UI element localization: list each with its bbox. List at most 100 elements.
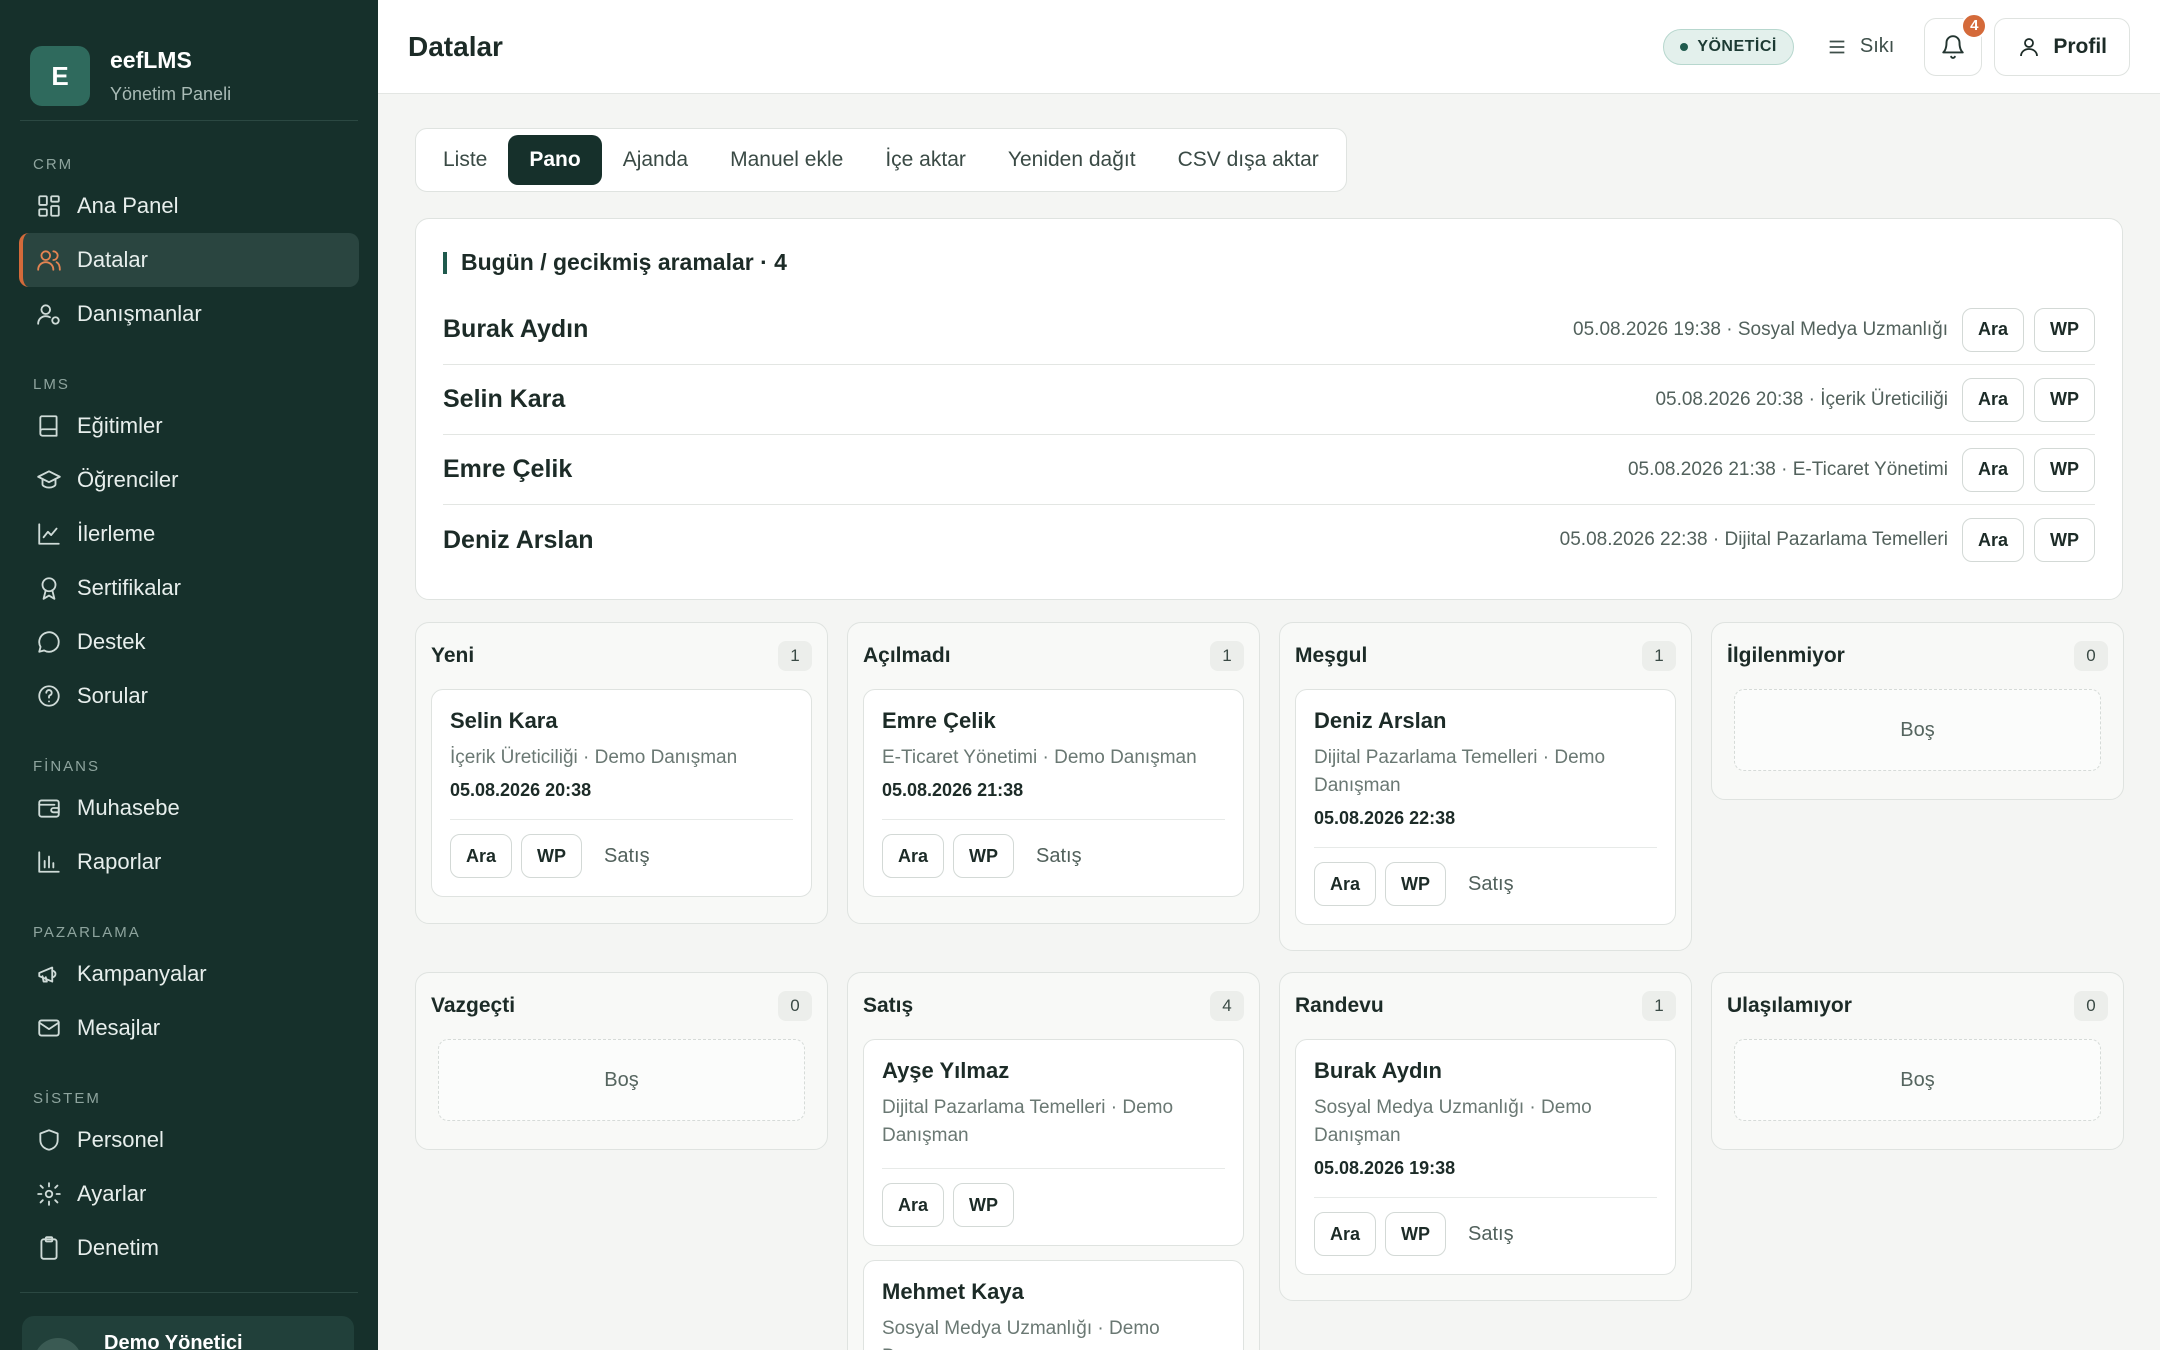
- notifications-button[interactable]: 4: [1924, 12, 1988, 76]
- tab-ice-aktar[interactable]: İçe aktar: [864, 135, 987, 185]
- column-title: Yeni: [431, 644, 475, 667]
- density-toggle-button[interactable]: Sıkı: [1826, 35, 1894, 58]
- column-title: İlgilenmiyor: [1727, 644, 1845, 667]
- sidebar-item-destek[interactable]: Destek: [19, 615, 359, 669]
- sidebar-item-muhasebe[interactable]: Muhasebe: [19, 781, 359, 835]
- whatsapp-button[interactable]: WP: [953, 834, 1015, 878]
- mark-sale-button[interactable]: Satış: [1468, 1223, 1514, 1246]
- call-row: Burak Aydın 05.08.2026 19:38 · Sosyal Me…: [443, 295, 2095, 365]
- lead-course: Sosyal Medya Uzmanlığı · Demo Danışman: [1314, 1097, 1592, 1146]
- call-button[interactable]: Ara: [1314, 862, 1377, 906]
- lead-card[interactable]: Emre Çelik E-Ticaret Yönetimi · Demo Dan…: [863, 689, 1244, 897]
- whatsapp-button[interactable]: WP: [521, 834, 583, 878]
- sidebar-item-ogrenciler[interactable]: Öğrenciler: [19, 453, 359, 507]
- call-button[interactable]: Ara: [1961, 307, 2024, 352]
- tab-liste[interactable]: Liste: [422, 135, 508, 185]
- mark-sale-button[interactable]: Satış: [604, 845, 650, 868]
- wallet-icon: [35, 794, 63, 822]
- call-button[interactable]: Ara: [1961, 518, 2024, 562]
- lead-course: Dijital Pazarlama Temelleri · Demo Danış…: [1314, 747, 1606, 796]
- sidebar-item-denetim[interactable]: Denetim: [19, 1221, 359, 1275]
- nav-section-crm: CRM: [33, 156, 74, 173]
- sidebar-item-sorular[interactable]: Sorular: [19, 669, 359, 723]
- mark-sale-button[interactable]: Satış: [1036, 845, 1082, 868]
- lead-date: 05.08.2026 20:38: [450, 780, 592, 800]
- call-button[interactable]: Ara: [882, 834, 945, 878]
- view-tabs: Liste Pano Ajanda Manuel ekle İçe aktar …: [415, 128, 1347, 192]
- sidebar-item-ayarlar[interactable]: Ayarlar: [19, 1167, 359, 1221]
- brand[interactable]: E eefLMS Yönetim Paneli: [0, 0, 378, 120]
- column-count: 1: [1642, 991, 1676, 1021]
- sidebar-item-personel[interactable]: Personel: [19, 1113, 359, 1167]
- calls-title: Bugün / gecikmiş aramalar · 4: [443, 249, 787, 276]
- question-circle-icon: [35, 682, 63, 710]
- sidebar-item-label: Öğrenciler: [77, 467, 179, 492]
- tab-pano[interactable]: Pano: [508, 135, 602, 185]
- shield-icon: [35, 1126, 63, 1154]
- call-button[interactable]: Ara: [1961, 447, 2024, 492]
- user-card[interactable]: D Demo Yönetici: [22, 1316, 354, 1350]
- avatar: D: [34, 1338, 82, 1350]
- call-row: Emre Çelik 05.08.2026 21:38 · E-Ticaret …: [443, 435, 2095, 505]
- sidebar-item-label: Sorular: [77, 683, 148, 708]
- tab-ajanda[interactable]: Ajanda: [602, 135, 709, 185]
- lead-date: 05.08.2026 21:38: [882, 780, 1024, 800]
- whatsapp-button[interactable]: WP: [953, 1183, 1015, 1227]
- menu-lines-icon: [1829, 40, 1845, 53]
- bell-icon: [1942, 34, 1965, 59]
- bar-chart-icon: [35, 848, 63, 876]
- column-title: Meşgul: [1295, 644, 1368, 667]
- lead-date: 05.08.2026 19:38: [1314, 1158, 1456, 1178]
- sidebar-item-danismanlar[interactable]: Danışmanlar: [19, 287, 359, 341]
- award-icon: [35, 574, 63, 602]
- lead-card[interactable]: Burak Aydın Sosyal Medya Uzmanlığı · Dem…: [1295, 1039, 1676, 1275]
- lead-card[interactable]: Ayşe Yılmaz Dijital Pazarlama Temelleri …: [863, 1039, 1244, 1246]
- mark-sale-button[interactable]: Satış: [1468, 873, 1514, 896]
- call-meta: 05.08.2026 20:38 · İçerik Üreticiliği: [1655, 388, 1948, 410]
- sidebar-item-label: Mesajlar: [77, 1015, 161, 1040]
- clipboard-icon: [35, 1234, 63, 1262]
- call-button[interactable]: Ara: [1961, 377, 2024, 422]
- topbar: Datalar YÖNETİCİ Sıkı 4 Profil: [378, 0, 2160, 94]
- lead-card[interactable]: Mehmet Kaya Sosyal Medya Uzmanlığı · Dem…: [863, 1260, 1244, 1350]
- chat-bubble-icon: [35, 628, 63, 656]
- call-name: Burak Aydın: [443, 315, 589, 343]
- profile-button[interactable]: Profil: [1994, 17, 2130, 76]
- lead-course: Sosyal Medya Uzmanlığı · Demo Danışman: [882, 1318, 1160, 1350]
- sidebar-item-egitimler[interactable]: Eğitimler: [19, 399, 359, 453]
- lead-card[interactable]: Deniz Arslan Dijital Pazarlama Temelleri…: [1295, 689, 1676, 925]
- sidebar-item-ilerleme[interactable]: İlerleme: [19, 507, 359, 561]
- sidebar-item-label: İlerleme: [77, 521, 156, 546]
- whatsapp-button[interactable]: WP: [2034, 377, 2095, 422]
- whatsapp-button[interactable]: WP: [2034, 518, 2095, 562]
- sidebar-item-kampanyalar[interactable]: Kampanyalar: [19, 947, 359, 1001]
- call-button[interactable]: Ara: [450, 834, 513, 878]
- lead-card[interactable]: Selin Kara İçerik Üreticiliği · Demo Dan…: [431, 689, 812, 897]
- lead-course: Dijital Pazarlama Temelleri · Demo Danış…: [882, 1097, 1174, 1146]
- call-button[interactable]: Ara: [882, 1183, 945, 1227]
- lead-course: E-Ticaret Yönetimi · Demo Danışman: [882, 747, 1197, 768]
- column-count: 4: [1210, 991, 1244, 1021]
- sidebar-item-label: Ana Panel: [77, 193, 179, 218]
- sidebar-item-ana-panel[interactable]: Ana Panel: [19, 179, 359, 233]
- sidebar-item-label: Ayarlar: [77, 1181, 147, 1206]
- sidebar-item-raporlar[interactable]: Raporlar: [19, 835, 359, 889]
- tab-manuel-ekle[interactable]: Manuel ekle: [709, 135, 864, 185]
- sidebar-item-mesajlar[interactable]: Mesajlar: [19, 1001, 359, 1055]
- tab-yeniden-dagit[interactable]: Yeniden dağıt: [987, 135, 1157, 185]
- whatsapp-button[interactable]: WP: [2034, 307, 2095, 352]
- sidebar-item-sertifikalar[interactable]: Sertifikalar: [19, 561, 359, 615]
- whatsapp-button[interactable]: WP: [1385, 1212, 1447, 1256]
- sidebar-item-label: Denetim: [77, 1235, 159, 1260]
- sidebar-item-datalar[interactable]: Datalar: [19, 233, 359, 287]
- whatsapp-button[interactable]: WP: [1385, 862, 1447, 906]
- mail-icon: [35, 1014, 63, 1042]
- call-meta: 05.08.2026 22:38 · Dijital Pazarlama Tem…: [1559, 529, 1948, 550]
- whatsapp-button[interactable]: WP: [2034, 447, 2095, 492]
- tab-csv-disa-aktar[interactable]: CSV dışa aktar: [1157, 135, 1340, 185]
- call-meta: 05.08.2026 19:38 · Sosyal Medya Uzmanlığ…: [1573, 318, 1948, 340]
- call-button[interactable]: Ara: [1314, 1212, 1377, 1256]
- lead-name: Selin Kara: [450, 708, 558, 733]
- brand-subtitle: Yönetim Paneli: [110, 84, 232, 104]
- column-title: Randevu: [1295, 994, 1384, 1017]
